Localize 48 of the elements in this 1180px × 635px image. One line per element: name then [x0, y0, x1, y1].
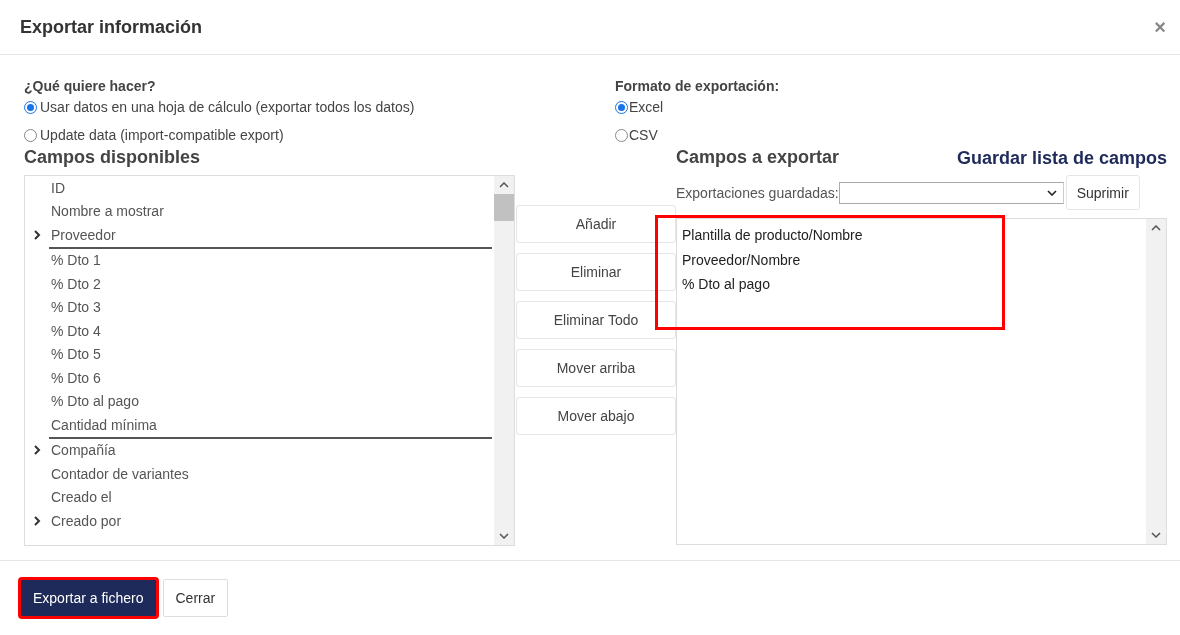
field-item[interactable]: Creado el	[25, 485, 494, 509]
action-button[interactable]: Mover arriba	[516, 349, 676, 387]
export-field-item[interactable]: % Dto al pago	[677, 272, 1146, 297]
field-item[interactable]: % Dto 2	[25, 272, 492, 296]
question-label: ¿Qué quiere hacer?	[24, 77, 157, 95]
scrollbar[interactable]	[494, 176, 514, 545]
scrollbar-thumb[interactable]	[494, 194, 514, 221]
chevron-icon[interactable]	[33, 445, 41, 456]
radio-option[interactable]: Excel	[615, 98, 1167, 116]
scroll-down-icon[interactable]	[499, 533, 509, 539]
field-item[interactable]: % Dto al pago	[25, 389, 492, 413]
scroll-up-icon[interactable]	[1151, 225, 1161, 231]
export-field-item[interactable]: Proveedor/Nombre	[677, 247, 1146, 272]
action-button[interactable]: Mover abajo	[516, 397, 676, 435]
scroll-down-icon[interactable]	[1151, 532, 1161, 538]
dialog-title: Exportar información	[20, 16, 203, 38]
close-dialog-button[interactable]: Cerrar	[162, 579, 229, 617]
export-field-item[interactable]: Plantilla de producto/Nombre	[677, 223, 1146, 248]
field-item[interactable]: Creado por	[25, 509, 494, 533]
field-item[interactable]: % Dto 4	[25, 319, 492, 343]
action-button[interactable]: Eliminar Todo	[516, 301, 676, 339]
saved-exports-label: Exportaciones guardadas:	[676, 184, 839, 201]
field-item[interactable]: % Dto 3	[25, 295, 492, 319]
radio-option[interactable]: CSV	[615, 126, 1167, 144]
action-button[interactable]: Añadir	[516, 205, 676, 243]
field-item[interactable]: % Dto 5	[25, 342, 492, 366]
chevron-down-icon[interactable]	[1046, 189, 1057, 196]
field-item[interactable]: Contador de variantes	[25, 462, 494, 486]
chevron-icon[interactable]	[33, 515, 41, 526]
radio-option[interactable]: Usar datos en una hoja de cálculo (exportar todos los datos)	[24, 98, 615, 116]
delete-button[interactable]: Suprimir	[1065, 175, 1140, 210]
scroll-up-icon[interactable]	[499, 182, 509, 188]
chevron-icon[interactable]	[33, 229, 41, 240]
field-item[interactable]: Compañía	[25, 438, 494, 462]
save-field-list-link[interactable]: Guardar lista de campos	[956, 147, 1167, 169]
close-button[interactable]: ×	[1150, 15, 1170, 39]
field-item[interactable]: Nombre a mostrar	[25, 199, 494, 223]
export-button[interactable]: Exportar a fichero	[20, 579, 157, 617]
radio-option[interactable]: Update data (import-compatible export)	[24, 126, 615, 144]
field-item[interactable]: % Dto 1	[25, 248, 492, 272]
field-item[interactable]: % Dto 6	[25, 366, 492, 390]
export-fields-heading: Campos a exportar	[676, 146, 840, 169]
available-fields-heading: Campos disponibles	[24, 146, 202, 169]
field-item[interactable]: Cantidad mínima	[25, 413, 492, 437]
format-label: Formato de exportación:	[615, 77, 781, 95]
field-item[interactable]: Proveedor	[25, 223, 494, 247]
field-item[interactable]: ID	[25, 176, 494, 200]
action-button[interactable]: Eliminar	[516, 253, 676, 291]
